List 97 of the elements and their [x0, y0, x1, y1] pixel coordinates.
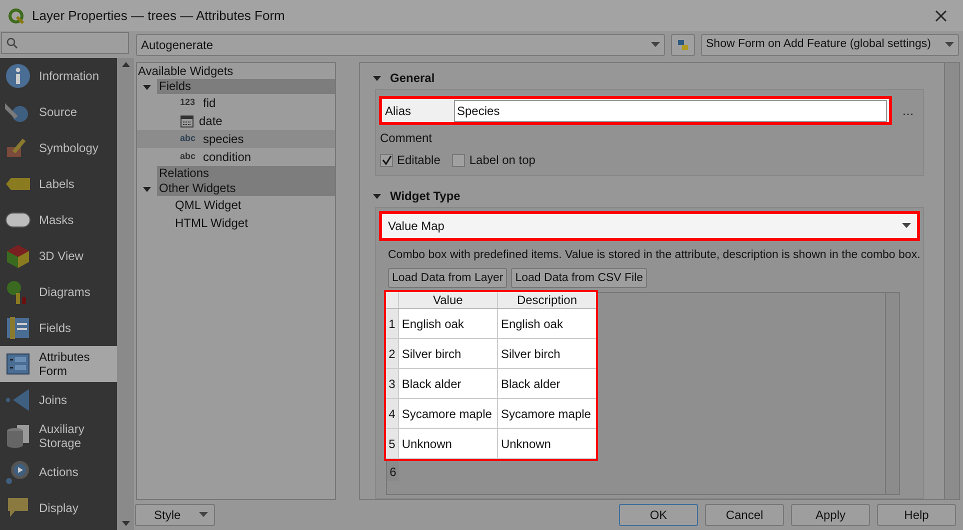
field-name: condition — [203, 149, 252, 166]
load-data-button[interactable]: Load Data from Layer — [388, 268, 508, 288]
cube-icon — [5, 243, 31, 269]
sidebar-item[interactable]: Source — [0, 94, 117, 130]
table-cell: Unknown — [398, 429, 497, 458]
search-icon — [6, 37, 18, 49]
row-number: 4 — [386, 399, 398, 428]
python-button[interactable] — [671, 34, 695, 56]
dropdown-arrow-icon — [199, 512, 208, 518]
calendar-icon — [180, 114, 194, 128]
sidebar-item[interactable]: Attributes Form — [0, 346, 117, 382]
sidebar-item[interactable]: 3D View — [0, 238, 117, 274]
window-title: Layer Properties — trees — Attributes Form — [32, 6, 286, 25]
column-header[interactable]: Value — [398, 292, 497, 308]
tree-item[interactable]: date — [137, 112, 335, 130]
checkbox[interactable] — [452, 154, 466, 166]
form-scrollbar[interactable] — [944, 63, 959, 499]
row-number: 3 — [386, 369, 398, 398]
alias-field[interactable]: Species — [454, 100, 887, 122]
row-number: 1 — [386, 309, 398, 338]
sidebar-item[interactable]: Information — [0, 58, 117, 94]
dialog-button[interactable]: Apply — [791, 504, 870, 526]
tree-group[interactable]: Other Widgets — [157, 181, 335, 196]
gear-play-icon — [5, 459, 31, 485]
sidebar-scrollbar[interactable] — [117, 58, 134, 530]
python-icon — [676, 38, 690, 52]
sidebar-item[interactable]: Display — [0, 490, 117, 526]
dropdown-arrow-icon — [945, 42, 954, 48]
tree-title: Available Widgets — [137, 63, 234, 79]
dropdown-arrow-icon — [651, 42, 660, 48]
table-icon — [5, 315, 31, 341]
field-name: date — [199, 113, 222, 130]
load-data-button[interactable]: Load Data from CSV File — [511, 268, 648, 288]
dialog-button[interactable]: Cancel — [705, 504, 784, 526]
dropdown-arrow-icon — [902, 223, 911, 229]
field-type-label: abc — [180, 132, 197, 146]
alias-label: Alias — [384, 102, 412, 120]
widget-description: Combo box with predefined items. Value is stored in the attribute, description is shown in the combo box. — [387, 248, 920, 263]
sidebar-item[interactable]: Fields — [0, 310, 117, 346]
row-number: 6 — [387, 461, 399, 482]
style-button[interactable]: Style — [135, 504, 215, 526]
table-cell: Silver birch — [496, 339, 596, 368]
scroll-up-icon[interactable] — [122, 62, 130, 67]
sidebar-item[interactable]: Actions — [0, 454, 117, 490]
form-option-select[interactable]: Show Form on Add Feature (global settings) — [701, 34, 959, 56]
database-icon — [5, 423, 31, 449]
checkbox[interactable] — [380, 154, 393, 166]
table-cell: Unknown — [496, 429, 596, 458]
table-cell: Silver birch — [398, 339, 497, 368]
tree-item[interactable]: abc species — [137, 130, 335, 148]
field-type-label: 123 — [180, 96, 196, 110]
tree-item[interactable]: HTML Widget — [137, 214, 335, 232]
checkbox-label: Editable — [397, 152, 440, 169]
field-name: fid — [203, 95, 216, 112]
form-icon — [5, 351, 31, 377]
sidebar-item[interactable]: Auxiliary Storage — [0, 418, 117, 454]
section-title[interactable]: Widget Type — [390, 187, 460, 205]
collapse-arrow-icon[interactable] — [372, 191, 382, 201]
table-cell: English oak — [398, 309, 497, 338]
qgis-logo-icon — [8, 8, 24, 24]
tree-group[interactable]: Relations — [157, 166, 335, 181]
info-icon — [5, 63, 31, 89]
dialog-button[interactable]: OK — [619, 504, 698, 526]
row-number: 5 — [386, 429, 398, 458]
comment-label: Comment — [379, 130, 434, 147]
row-number: 2 — [386, 339, 398, 368]
table-cell: English oak — [496, 309, 596, 338]
tree-item[interactable]: 123 fid — [137, 94, 335, 112]
sidebar-item[interactable]: Symbology — [0, 130, 117, 166]
tree-item[interactable]: abc condition — [137, 148, 335, 166]
sidebar-item[interactable]: Joins — [0, 382, 117, 418]
check-icon — [382, 155, 392, 165]
table-cell: Black alder — [496, 369, 596, 398]
field-name: HTML Widget — [175, 215, 248, 232]
more-button[interactable]: … — [902, 102, 920, 120]
field-type-label: abc — [180, 150, 197, 164]
table-cell: Sycamore maple — [398, 399, 497, 428]
search-field[interactable] — [1, 32, 129, 54]
table-cell: Sycamore maple — [496, 399, 596, 428]
dialog-button[interactable]: Help — [877, 504, 956, 526]
tree-group[interactable]: Fields — [157, 79, 335, 94]
table-cell: Black alder — [398, 369, 497, 398]
column-header[interactable]: Description — [496, 292, 596, 308]
scroll-down-icon[interactable] — [122, 521, 130, 526]
tree-item[interactable]: QML Widget — [137, 196, 335, 214]
widget-type-select[interactable]: Value Map — [379, 211, 920, 241]
collapse-arrow-icon[interactable] — [372, 73, 382, 83]
layout-select[interactable]: Autogenerate — [136, 34, 665, 56]
sidebar-item[interactable]: Masks — [0, 202, 117, 238]
field-name: species — [203, 131, 244, 148]
sidebar-item[interactable]: Labels — [0, 166, 117, 202]
close-icon[interactable] — [935, 10, 947, 22]
join-icon — [5, 387, 31, 413]
section-title[interactable]: General — [390, 69, 435, 87]
checkbox-label: Label on top — [469, 152, 536, 169]
sidebar-item[interactable]: Diagrams — [0, 274, 117, 310]
field-name: QML Widget — [175, 197, 242, 214]
